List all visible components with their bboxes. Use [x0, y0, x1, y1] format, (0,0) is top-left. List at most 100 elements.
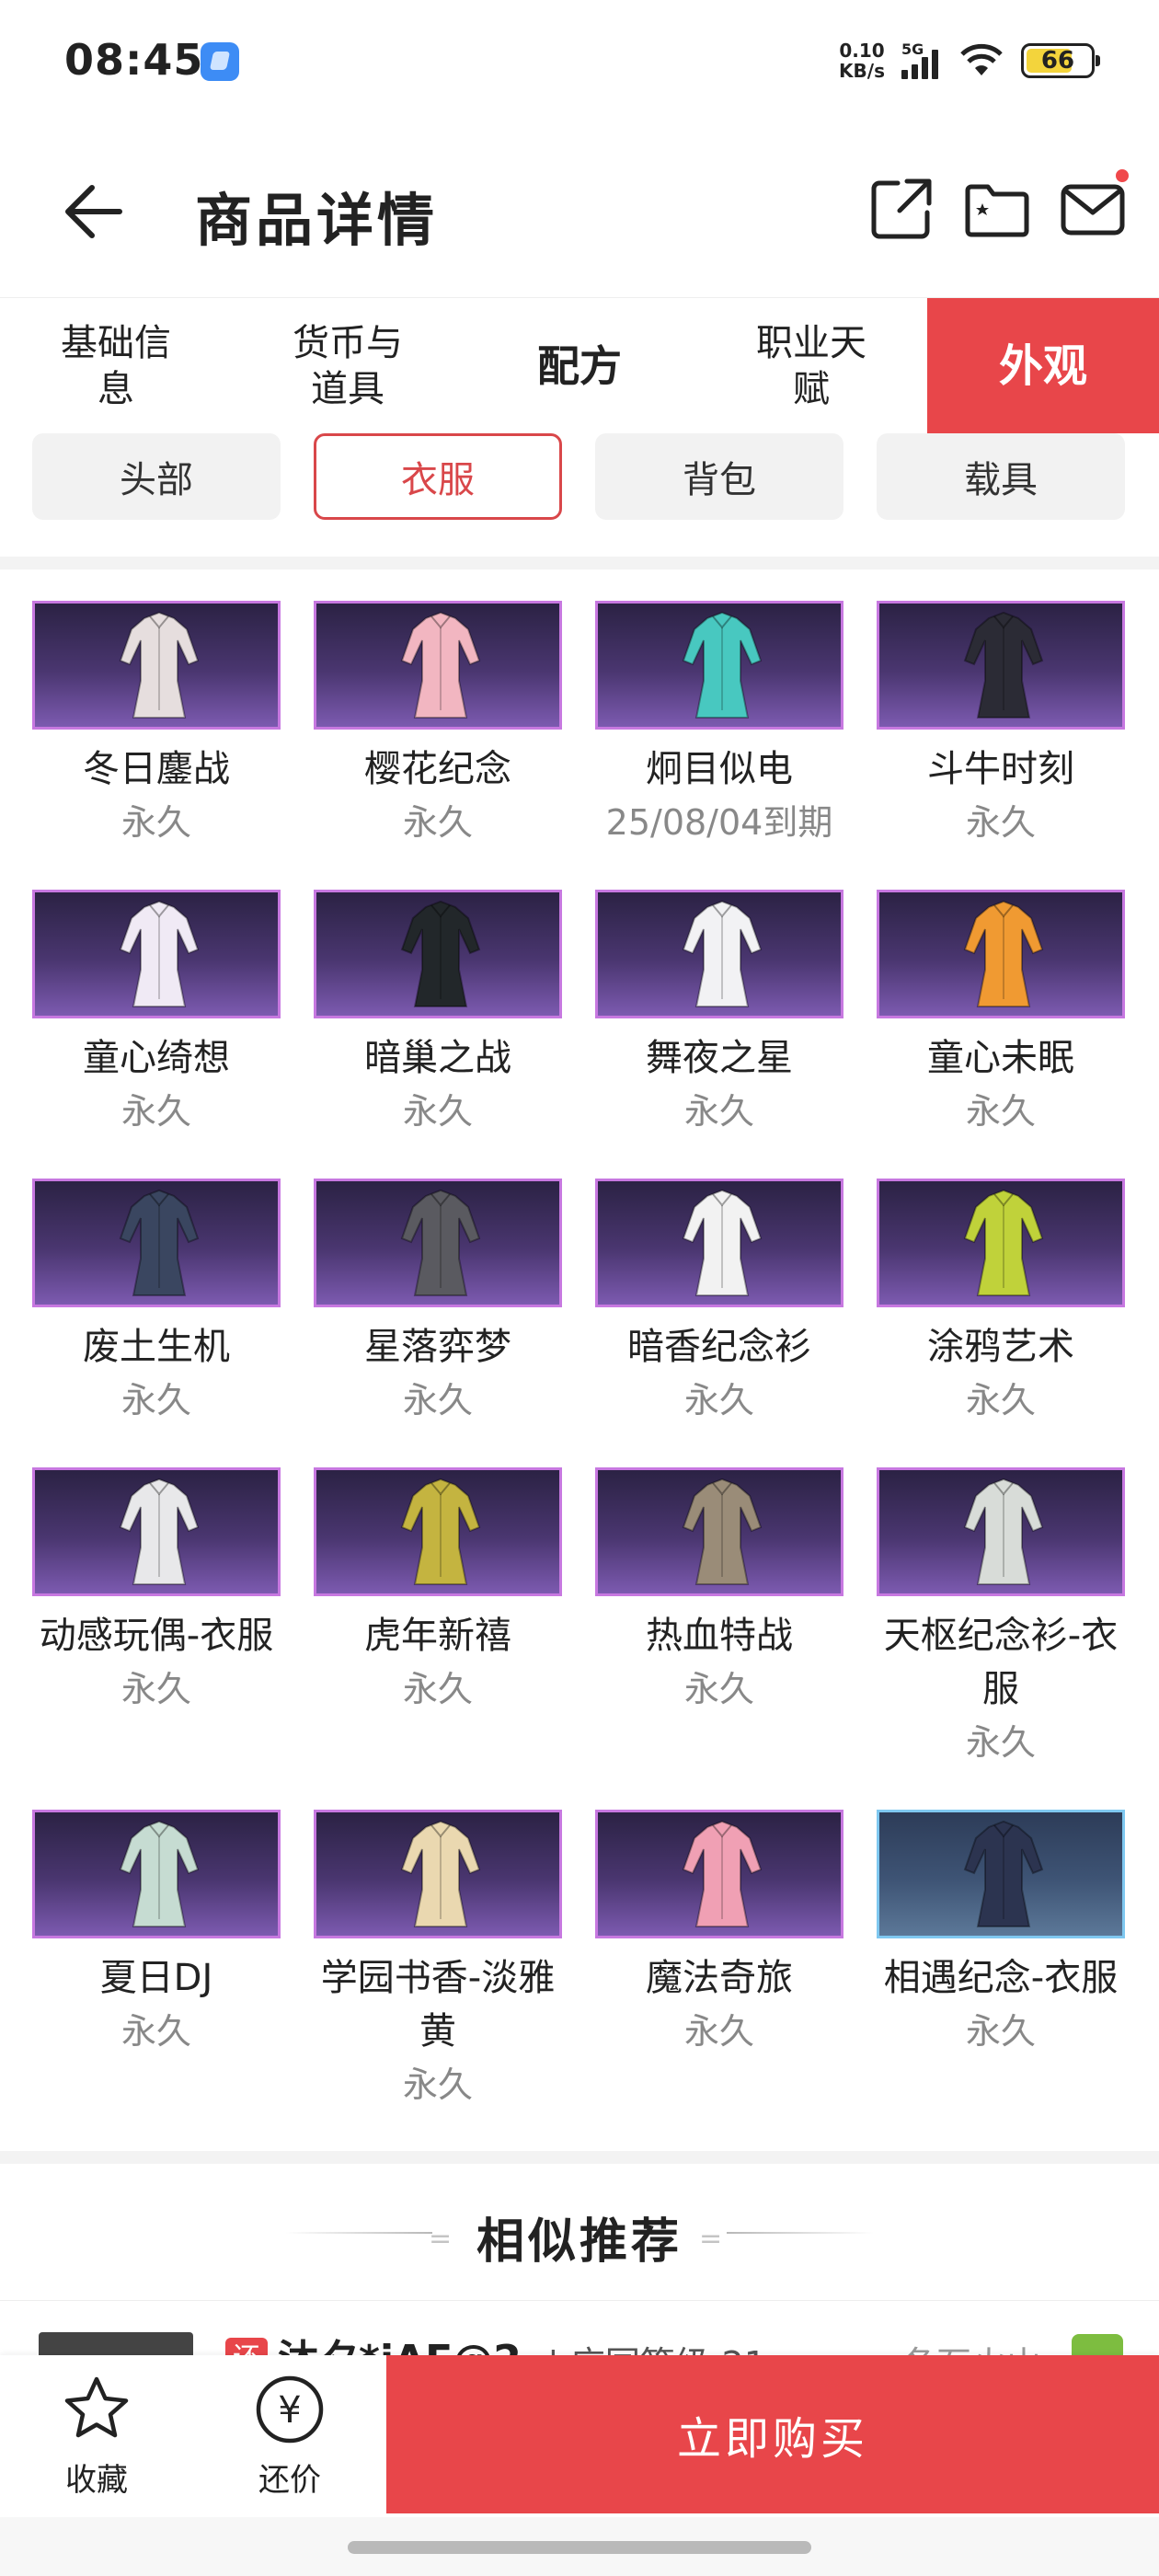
clothing-item[interactable]: 斗牛时刻 永久: [877, 601, 1125, 849]
folder-icon[interactable]: [962, 174, 1032, 244]
clothing-thumbnail: [595, 890, 843, 1018]
clothing-row: 童心绮想 永久 暗巢之战 永久 舞夜之星 永久 童心未眠 永久: [32, 890, 1127, 1138]
clothing-item[interactable]: 冬日鏖战 永久: [32, 601, 281, 849]
outfit-icon: [963, 1820, 1044, 1927]
clothing-item[interactable]: 学园书香-淡雅黄 永久: [314, 1810, 562, 2111]
outfit-icon: [119, 1189, 200, 1296]
server-name: 冬石火山: [901, 2336, 1041, 2355]
clothing-duration: 25/08/04到期: [605, 802, 833, 843]
status-time: 08:45: [64, 35, 204, 85]
tab-appearance[interactable]: 外观: [927, 298, 1159, 434]
outfit-icon: [119, 1820, 200, 1927]
tab-currency-items[interactable]: 货币与 道具: [232, 298, 464, 434]
outfit-icon: [682, 1189, 763, 1296]
seller-name: 沐夕*iAE@2: [278, 2327, 522, 2355]
clothing-name: 斗牛时刻: [927, 748, 1074, 790]
clothing-item[interactable]: 涂鸦艺术 永久: [877, 1179, 1125, 1427]
similar-section: = 相似推荐 =: [0, 2164, 1159, 2302]
clothing-duration: 永久: [120, 802, 191, 843]
back-arrow-icon[interactable]: [55, 175, 129, 248]
clothing-item[interactable]: 动感玩偶-衣服 永久: [32, 1467, 281, 1769]
section-divider: [0, 2151, 1159, 2164]
clothing-item[interactable]: 热血特战 永久: [595, 1467, 843, 1769]
clothing-duration: 永久: [965, 2011, 1036, 2052]
section-divider: [0, 557, 1159, 569]
home-indicator[interactable]: [348, 2541, 811, 2554]
recommendation-card-peek[interactable]: 还 沐夕*iAE@2 | 庄园等级:21 冬石火山: [0, 2300, 1159, 2355]
cellular-signal-icon: 5G: [901, 40, 942, 79]
mail-icon: [1061, 184, 1125, 236]
bargain-button[interactable]: ¥ 还价: [225, 2372, 354, 2500]
clothing-thumbnail: [32, 1810, 281, 1938]
clothing-thumbnail: [877, 1810, 1125, 1938]
outfit-icon: [400, 611, 481, 719]
clothing-duration: 永久: [402, 2064, 473, 2105]
clothing-item[interactable]: 炯目似电 25/08/04到期: [595, 601, 843, 849]
clothing-item[interactable]: 虎年新禧 永久: [314, 1467, 562, 1769]
clothing-item[interactable]: 废土生机 永久: [32, 1179, 281, 1427]
clothing-item[interactable]: 魔法奇旅 永久: [595, 1810, 843, 2111]
outfit-icon: [963, 611, 1044, 719]
clothing-duration: 永久: [120, 1669, 191, 1709]
favorite-button[interactable]: 收藏: [32, 2372, 161, 2500]
tab-recipes[interactable]: 配方: [464, 298, 695, 434]
similar-title: 相似推荐: [476, 2214, 683, 2270]
clothing-thumbnail: [32, 601, 281, 730]
clothing-item[interactable]: 童心绮想 永久: [32, 890, 281, 1138]
battery-level: 66: [1040, 47, 1075, 75]
outfit-icon: [963, 1189, 1044, 1296]
tab-basic-info[interactable]: 基础信 息: [0, 298, 232, 434]
clothing-item[interactable]: 星落弈梦 永久: [314, 1179, 562, 1427]
clothing-item[interactable]: 暗巢之战 永久: [314, 890, 562, 1138]
subtab-vehicle[interactable]: 载具: [877, 433, 1125, 520]
clothing-duration: 永久: [402, 1380, 473, 1420]
favorite-label: 收藏: [65, 2462, 128, 2499]
outfit-icon: [400, 900, 481, 1007]
clothing-name: 童心绮想: [83, 1037, 230, 1079]
bargain-badge: 还: [225, 2338, 268, 2355]
clothing-item[interactable]: 夏日DJ 永久: [32, 1810, 281, 2111]
clothing-name: 冬日鏖战: [83, 748, 230, 790]
clothing-thumbnail: [595, 1179, 843, 1307]
clothing-thumbnail: [595, 1810, 843, 1938]
subtab-clothes[interactable]: 衣服: [314, 433, 562, 520]
bottom-action-bar: 收藏 ¥ 还价 立即购买: [0, 2355, 1159, 2517]
subtab-backpack[interactable]: 背包: [595, 433, 843, 520]
outfit-icon: [963, 900, 1044, 1007]
clothing-thumbnail: [314, 601, 562, 730]
clothing-grid: 冬日鏖战 永久 樱花纪念 永久 炯目似电 25/08/04到期 斗牛时刻 永久 童心绮想 永久 暗巢…: [32, 601, 1127, 2111]
clothing-item[interactable]: 童心未眠 永久: [877, 890, 1125, 1138]
share-icon[interactable]: [866, 174, 936, 244]
clothing-name: 星落弈梦: [364, 1326, 511, 1368]
clothing-item[interactable]: 樱花纪念 永久: [314, 601, 562, 849]
yuan-symbol: ¥: [278, 2389, 301, 2432]
buy-now-button[interactable]: 立即购买: [386, 2355, 1159, 2513]
clothing-item[interactable]: 暗香纪念衫 永久: [595, 1179, 843, 1427]
clothing-name: 暗香纪念衫: [627, 1326, 811, 1368]
mail-button[interactable]: [1058, 167, 1131, 244]
battery-icon: 66: [1021, 43, 1100, 78]
star-icon: [64, 2376, 129, 2438]
clothing-item[interactable]: 舞夜之星 永久: [595, 890, 843, 1138]
clothing-name: 天枢纪念衫-衣服: [883, 1615, 1119, 1710]
outfit-icon: [119, 611, 200, 719]
clothing-name: 动感玩偶-衣服: [39, 1615, 274, 1657]
status-indicators: 0.10 KB/s 5G 66: [839, 40, 1100, 81]
wifi-icon: [960, 43, 1003, 75]
network-speed: 0.10 KB/s: [839, 40, 885, 81]
clothing-thumbnail: [877, 890, 1125, 1018]
clothing-item[interactable]: 天枢纪念衫-衣服 永久: [877, 1467, 1125, 1769]
clothing-duration: 永久: [683, 1091, 754, 1132]
tab-talents[interactable]: 职业天 赋: [695, 298, 927, 434]
clothing-duration: 永久: [402, 1669, 473, 1709]
clothing-name: 废土生机: [83, 1326, 230, 1368]
clothing-item[interactable]: 相遇纪念-衣服 永久: [877, 1810, 1125, 2111]
avatar: [39, 2332, 193, 2355]
subtab-head[interactable]: 头部: [32, 433, 281, 520]
clothing-thumbnail: [314, 1179, 562, 1307]
clothing-duration: 永久: [120, 1380, 191, 1420]
category-tabs: 基础信 息 货币与 道具 配方 职业天 赋 外观: [0, 297, 1159, 434]
clothing-duration: 永久: [402, 802, 473, 843]
clothing-duration: 永久: [965, 1091, 1036, 1132]
clothing-duration: 永久: [120, 2011, 191, 2052]
